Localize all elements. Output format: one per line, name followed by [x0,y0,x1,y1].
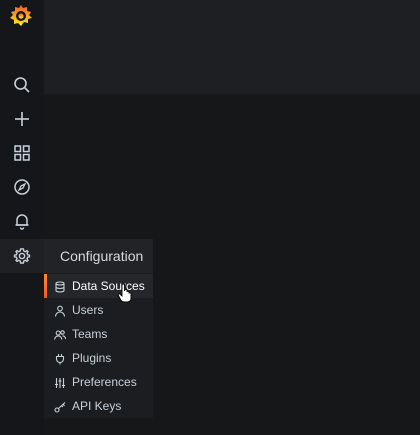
menu-item-teams[interactable]: Teams [44,322,153,346]
menu-item-plugins[interactable]: Plugins [44,346,153,370]
menu-item-label: API Keys [72,399,122,413]
gear-icon[interactable] [0,239,44,273]
menu-item-label: Teams [72,327,108,341]
grafana-app: Configuration Data Sources Users Teams P [0,0,420,435]
grafana-logo-icon[interactable] [8,3,34,29]
search-icon[interactable] [10,73,34,97]
menu-item-label: Users [72,303,104,317]
database-icon [53,280,67,294]
sidebar [0,0,44,435]
key-icon [53,400,67,414]
plug-icon [53,352,67,366]
menu-header: Configuration [44,239,153,273]
menu-item-data-sources[interactable]: Data Sources [44,274,153,298]
menu-item-api-keys[interactable]: API Keys [44,394,153,418]
dashboards-icon[interactable] [10,141,34,165]
plus-icon[interactable] [10,107,34,131]
sliders-icon [53,376,67,390]
menu-item-label: Data Sources [72,279,145,293]
top-bar [44,0,420,94]
compass-icon[interactable] [10,175,34,199]
users-icon [53,328,67,342]
menu-item-label: Plugins [72,351,112,365]
configuration-menu: Configuration Data Sources Users Teams P [44,239,153,418]
hand-cursor-icon [117,283,133,303]
bell-icon[interactable] [10,209,34,233]
menu-title: Configuration [60,248,144,264]
menu-item-users[interactable]: Users [44,298,153,322]
user-icon [53,304,67,318]
menu-item-label: Preferences [72,375,137,389]
menu-item-preferences[interactable]: Preferences [44,370,153,394]
